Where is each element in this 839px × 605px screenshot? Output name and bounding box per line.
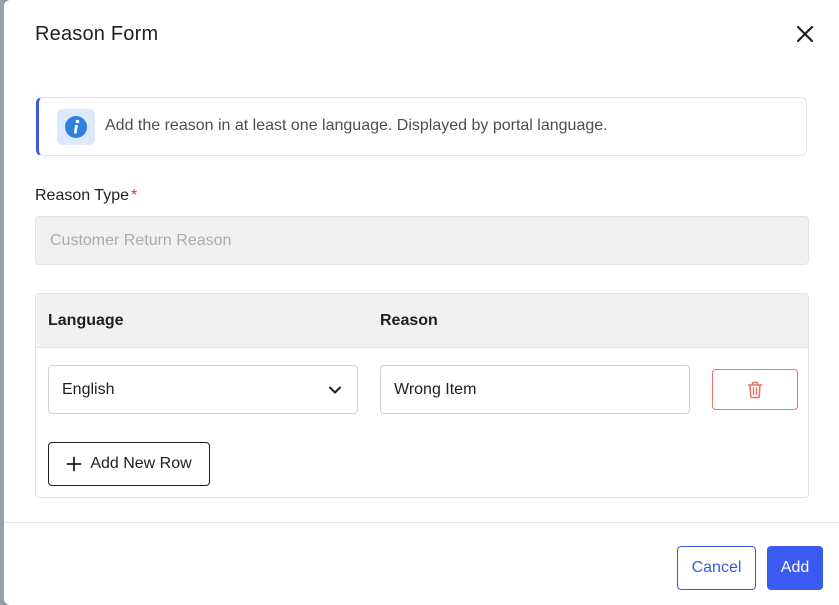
reason-form-modal: Reason Form Add the reason in at least o… bbox=[4, 0, 839, 605]
footer-divider bbox=[4, 522, 839, 523]
language-select-value: English bbox=[62, 381, 115, 398]
table-header: Language Reason bbox=[36, 294, 808, 348]
info-banner: Add the reason in at least one language.… bbox=[36, 97, 807, 156]
column-header-language: Language bbox=[48, 312, 124, 329]
modal-title: Reason Form bbox=[35, 23, 159, 45]
reason-input[interactable] bbox=[380, 365, 690, 414]
add-button[interactable]: Add bbox=[767, 546, 823, 590]
reason-type-label: Reason Type * bbox=[35, 187, 137, 205]
close-icon bbox=[796, 25, 814, 43]
reason-type-label-text: Reason Type bbox=[35, 187, 129, 204]
column-header-reason: Reason bbox=[380, 312, 438, 329]
trash-icon bbox=[747, 381, 763, 398]
delete-row-button[interactable] bbox=[712, 369, 798, 410]
language-reason-table: Language Reason English Add N bbox=[35, 293, 809, 498]
cancel-button[interactable]: Cancel bbox=[677, 546, 756, 590]
required-indicator: * bbox=[131, 187, 138, 204]
add-new-row-label: Add New Row bbox=[90, 455, 192, 472]
reason-type-field: Customer Return Reason bbox=[35, 216, 809, 265]
info-banner-text: Add the reason in at least one language.… bbox=[105, 117, 608, 134]
chevron-down-icon bbox=[329, 386, 341, 394]
info-icon bbox=[57, 109, 95, 145]
language-select[interactable]: English bbox=[48, 365, 358, 414]
plus-icon bbox=[66, 456, 82, 472]
add-new-row-button[interactable]: Add New Row bbox=[48, 442, 210, 486]
modal-header: Reason Form bbox=[4, 0, 839, 70]
close-button[interactable] bbox=[793, 22, 817, 46]
